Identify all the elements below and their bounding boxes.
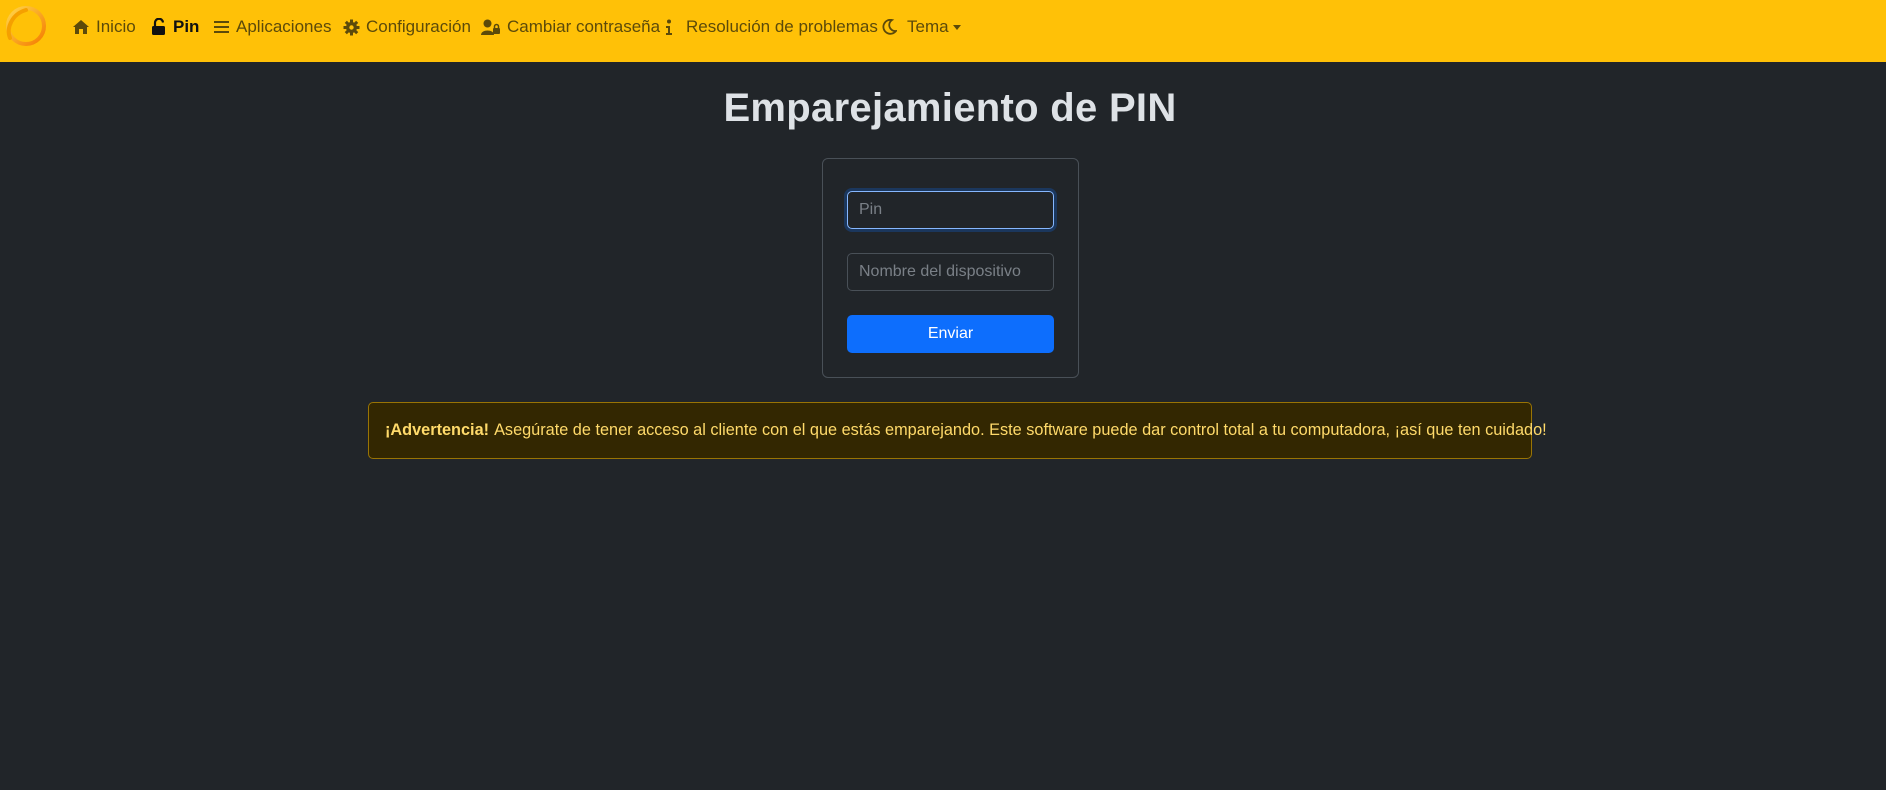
nav-item-label: Inicio <box>96 17 136 36</box>
submit-button[interactable]: Enviar <box>847 315 1054 353</box>
nav-item-inicio[interactable]: Inicio <box>72 0 136 54</box>
nav-item-cambiar-contrasena[interactable]: Cambiar contraseña <box>481 0 660 54</box>
nav-item-tema-dropdown[interactable]: Tema <box>882 0 961 54</box>
unlock-icon <box>152 18 165 35</box>
alert-title: ¡Advertencia! <box>385 421 490 439</box>
nav-item-resolucion-de-problemas[interactable]: Resolución de problemas <box>664 0 878 54</box>
sunshine-logo-icon[interactable] <box>2 4 48 50</box>
nav-item-label: Configuración <box>366 17 471 36</box>
page-title: Emparejamiento de PIN <box>723 86 1177 130</box>
pin-input[interactable] <box>847 191 1054 229</box>
pin-pairing-form: Enviar <box>822 158 1079 378</box>
user-lock-icon <box>481 19 500 35</box>
info-icon <box>666 19 672 35</box>
nav-item-label: Aplicaciones <box>236 17 332 36</box>
list-icon <box>214 21 229 33</box>
nav-item-label: Resolución de problemas <box>686 17 878 36</box>
nav-item-label: Pin <box>173 17 200 36</box>
moon-icon <box>882 19 897 35</box>
nav-item-pin[interactable]: Pin <box>151 0 199 54</box>
alert-text: Asegúrate de tener acceso al cliente con… <box>494 421 1547 439</box>
device-name-input[interactable] <box>847 253 1054 291</box>
gear-icon <box>343 19 360 35</box>
top-navbar: Inicio Pin Aplicaciones Configuración Ca… <box>0 0 1886 62</box>
home-icon <box>73 20 89 34</box>
warning-alert: ¡Advertencia! Asegúrate de tener acceso … <box>368 402 1547 459</box>
nav-item-configuracion[interactable]: Configuración <box>343 0 471 54</box>
nav-item-label: Tema <box>907 17 949 36</box>
nav-item-aplicaciones[interactable]: Aplicaciones <box>214 0 331 54</box>
nav-item-label: Cambiar contraseña <box>507 17 661 36</box>
chevron-down-icon <box>952 24 961 30</box>
